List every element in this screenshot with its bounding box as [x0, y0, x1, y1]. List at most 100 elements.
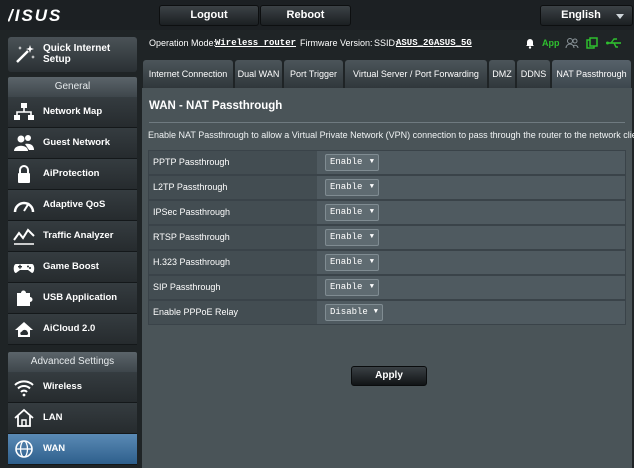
tab-virtual-server[interactable]: Virtual Server / Port Forwarding [345, 60, 487, 88]
tab-nat-passthrough[interactable]: NAT Passthrough [552, 60, 631, 88]
asus-logo[interactable]: /ISUS [8, 6, 108, 24]
select-value: Disable [330, 307, 368, 317]
sidebar-item-usb-application[interactable]: USB Application [8, 283, 137, 314]
title-divider [149, 122, 625, 123]
dropdown-arrow-icon: ▼ [369, 158, 374, 166]
traffic-chart-icon [13, 228, 35, 245]
sidebar-item-lan[interactable]: LAN [8, 403, 137, 434]
sidebar: Quick Internet Setup General Network Map… [0, 30, 140, 468]
general-section-header: General [8, 77, 137, 97]
status-bar: Operation Mode: Wireless router Firmware… [140, 30, 634, 56]
select-value: Enable [330, 232, 363, 242]
table-row: IPSec Passthrough Enable ▼ [148, 200, 626, 225]
reboot-button[interactable]: Reboot [260, 5, 351, 26]
row-label: IPSec Passthrough [149, 201, 317, 224]
wifi-icon [14, 380, 34, 397]
users-icon[interactable] [565, 37, 579, 49]
sidebar-item-label: AiCloud 2.0 [43, 323, 96, 334]
guest-network-icon [14, 135, 34, 151]
operation-mode-label: Operation Mode: [149, 38, 217, 48]
main-content: Operation Mode: Wireless router Firmware… [140, 30, 634, 468]
ipsec-passthrough-select[interactable]: Enable ▼ [325, 204, 379, 221]
sip-passthrough-select[interactable]: Enable ▼ [325, 279, 379, 296]
select-value: Enable [330, 157, 363, 167]
top-bar: /ISUS Logout Reboot English [0, 0, 634, 30]
sidebar-item-label: Network Map [43, 106, 103, 117]
sidebar-item-label: Adaptive QoS [43, 199, 106, 210]
dropdown-arrow-icon: ▼ [373, 308, 378, 316]
ssid-5g-link[interactable]: ASUS_5G [434, 38, 472, 48]
puzzle-icon [17, 290, 33, 306]
language-dropdown[interactable]: English [540, 5, 633, 26]
lock-icon [18, 165, 30, 183]
sidebar-item-label: Game Boost [43, 261, 99, 272]
sidebar-item-wireless[interactable]: Wireless [8, 372, 137, 403]
firmware-version-label: Firmware Version: [300, 38, 373, 48]
row-label: SIP Passthrough [149, 276, 317, 299]
sidebar-item-guest-network[interactable]: Guest Network [8, 128, 137, 159]
logout-button[interactable]: Logout [159, 5, 259, 26]
sidebar-item-game-boost[interactable]: Game Boost [8, 252, 137, 283]
table-row: L2TP Passthrough Enable ▼ [148, 175, 626, 200]
sidebar-item-label: Guest Network [43, 137, 111, 148]
gamepad-icon [13, 264, 35, 273]
content-panel: WAN - NAT Passthrough Enable NAT Passthr… [142, 88, 634, 468]
language-label: English [561, 9, 601, 21]
row-label: PPTP Passthrough [149, 151, 317, 174]
quick-internet-setup-label: Quick Internet Setup [43, 43, 111, 65]
tab-internet-connection[interactable]: Internet Connection [143, 60, 233, 88]
dropdown-arrow-icon: ▼ [369, 208, 374, 216]
sidebar-item-label: Wireless [43, 381, 82, 392]
l2tp-passthrough-select[interactable]: Enable ▼ [325, 179, 379, 196]
tab-port-trigger[interactable]: Port Trigger [284, 60, 343, 88]
row-label: L2TP Passthrough [149, 176, 317, 199]
tab-bar: Internet Connection Dual WAN Port Trigge… [140, 60, 634, 88]
pptp-passthrough-select[interactable]: Enable ▼ [325, 154, 379, 171]
h323-passthrough-select[interactable]: Enable ▼ [325, 254, 379, 271]
apply-button[interactable]: Apply [351, 366, 427, 386]
select-value: Enable [330, 207, 363, 217]
usb-icon[interactable] [606, 37, 622, 49]
tab-ddns[interactable]: DDNS [517, 60, 550, 88]
rtsp-passthrough-select[interactable]: Enable ▼ [325, 229, 379, 246]
home-icon [14, 408, 34, 427]
dropdown-arrow-icon: ▼ [369, 233, 374, 241]
app-link[interactable]: App [542, 38, 560, 48]
copy-icon[interactable] [586, 37, 598, 49]
table-row: H.323 Passthrough Enable ▼ [148, 250, 626, 275]
speedometer-icon [13, 201, 35, 213]
ssid-label: SSID: [374, 38, 398, 48]
quick-internet-setup-button[interactable]: Quick Internet Setup [8, 37, 137, 72]
tab-dmz[interactable]: DMZ [489, 60, 515, 88]
sidebar-item-aiprotection[interactable]: AiProtection [8, 159, 137, 190]
sidebar-item-label: AiProtection [43, 168, 100, 179]
tab-dual-wan[interactable]: Dual WAN [235, 60, 282, 88]
magic-wand-icon [16, 45, 35, 63]
sidebar-item-label: WAN [43, 443, 66, 454]
ssid-2g-link[interactable]: ASUS_2G [396, 38, 434, 48]
table-row: Enable PPPoE Relay Disable ▼ [148, 300, 626, 325]
select-value: Enable [330, 182, 363, 192]
sidebar-item-wan[interactable]: WAN [8, 434, 137, 465]
page-description: Enable NAT Passthrough to allow a Virtua… [148, 130, 634, 140]
sidebar-item-label: Traffic Analyzer [43, 230, 114, 241]
select-value: Enable [330, 257, 363, 267]
sidebar-item-adaptive-qos[interactable]: Adaptive QoS [8, 190, 137, 221]
operation-mode-link[interactable]: Wireless router [215, 38, 296, 48]
row-label: RTSP Passthrough [149, 226, 317, 249]
sidebar-item-network-map[interactable]: Network Map [8, 97, 137, 128]
row-label: Enable PPPoE Relay [149, 301, 317, 324]
cloud-home-icon [15, 322, 33, 337]
dropdown-arrow-icon: ▼ [369, 258, 374, 266]
svg-text:/ISUS: /ISUS [8, 6, 62, 24]
pppoe-relay-select[interactable]: Disable ▼ [325, 304, 383, 321]
network-map-icon [14, 103, 34, 120]
dropdown-arrow-icon: ▼ [369, 183, 374, 191]
select-value: Enable [330, 282, 363, 292]
sidebar-item-aicloud[interactable]: AiCloud 2.0 [8, 314, 137, 345]
advanced-settings-section-header: Advanced Settings [8, 352, 137, 372]
table-row: RTSP Passthrough Enable ▼ [148, 225, 626, 250]
page-title: WAN - NAT Passthrough [149, 100, 283, 112]
sidebar-item-traffic-analyzer[interactable]: Traffic Analyzer [8, 221, 137, 252]
bell-icon[interactable] [525, 37, 535, 49]
